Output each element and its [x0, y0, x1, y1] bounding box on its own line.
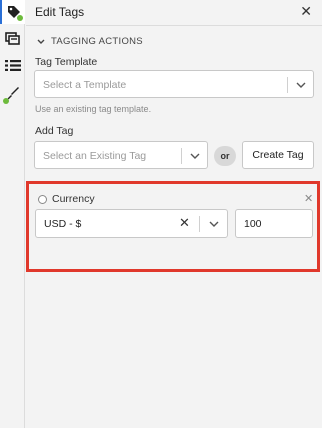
add-tag-label: Add Tag: [35, 125, 74, 137]
currency-select[interactable]: USD - $: [35, 209, 228, 238]
layers-tool-button[interactable]: [0, 27, 25, 51]
clear-selection-icon[interactable]: ✕: [179, 216, 190, 229]
chevron-down-icon[interactable]: [190, 151, 200, 161]
close-icon[interactable]: ✕: [300, 4, 312, 18]
tagging-actions-section-toggle[interactable]: TAGGING ACTIONS: [37, 36, 143, 47]
select-separator: [199, 216, 200, 232]
tags-tool-button[interactable]: [0, 0, 25, 24]
currency-amount-input[interactable]: 100: [235, 209, 313, 238]
select-separator: [287, 77, 288, 93]
chevron-down-icon: [37, 39, 45, 44]
existing-tag-placeholder: Select an Existing Tag: [43, 150, 147, 162]
tag-template-label: Tag Template: [35, 56, 98, 68]
panel-title: Edit Tags: [35, 5, 85, 19]
or-badge: or: [214, 146, 236, 166]
chevron-down-icon[interactable]: [209, 219, 219, 229]
existing-tag-select[interactable]: Select an Existing Tag: [34, 141, 208, 169]
currency-radio[interactable]: [38, 195, 47, 204]
left-toolbar: [0, 0, 25, 428]
status-dot: [3, 98, 9, 104]
tag-template-help: Use an existing tag template.: [35, 104, 152, 114]
list-tool-button[interactable]: [0, 53, 25, 77]
currency-tag-label: Currency: [52, 193, 95, 205]
section-title: TAGGING ACTIONS: [51, 36, 143, 47]
currency-amount-value: 100: [244, 218, 262, 230]
list-icon: [4, 59, 21, 71]
create-tag-button[interactable]: Create Tag: [242, 141, 314, 169]
status-dot: [17, 15, 23, 21]
panel-header: Edit Tags ✕: [26, 0, 322, 26]
remove-tag-icon[interactable]: ✕: [304, 194, 313, 205]
layers-icon: [5, 32, 20, 45]
chevron-down-icon[interactable]: [296, 80, 306, 90]
currency-select-value: USD - $: [44, 218, 82, 230]
style-tool-button[interactable]: [0, 82, 25, 106]
tag-template-placeholder: Select a Template: [43, 79, 127, 91]
tag-template-select[interactable]: Select a Template: [34, 70, 314, 98]
select-separator: [181, 148, 182, 164]
